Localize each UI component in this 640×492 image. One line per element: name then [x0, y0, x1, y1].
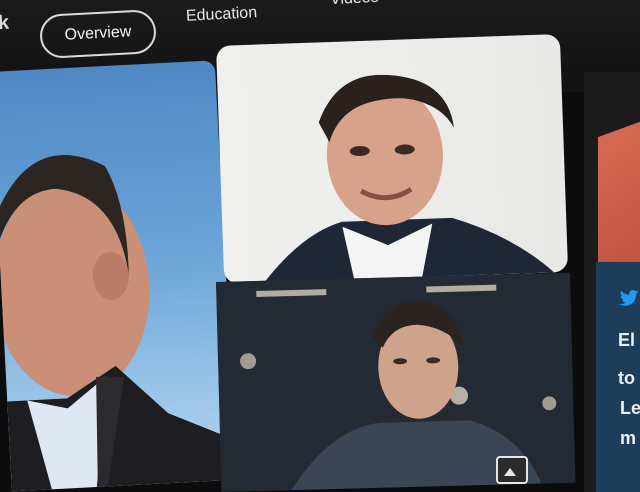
tab-education[interactable]: Education: [186, 4, 258, 26]
twitter-text-line-1: El: [618, 330, 636, 350]
nav-partial-label: k: [0, 11, 10, 35]
image-portrait-top-center[interactable]: [216, 33, 569, 284]
portrait-top-center-illustration: [264, 74, 555, 283]
twitter-icon: [619, 290, 639, 306]
twitter-text-line-4: m: [620, 428, 637, 448]
twitter-text-line-3: Le: [620, 398, 640, 418]
twitter-text-line-2: to: [618, 368, 635, 388]
portrait-left-illustration: [0, 154, 237, 492]
tab-overview[interactable]: Overview: [38, 8, 158, 60]
image-portrait-left[interactable]: [0, 60, 237, 492]
